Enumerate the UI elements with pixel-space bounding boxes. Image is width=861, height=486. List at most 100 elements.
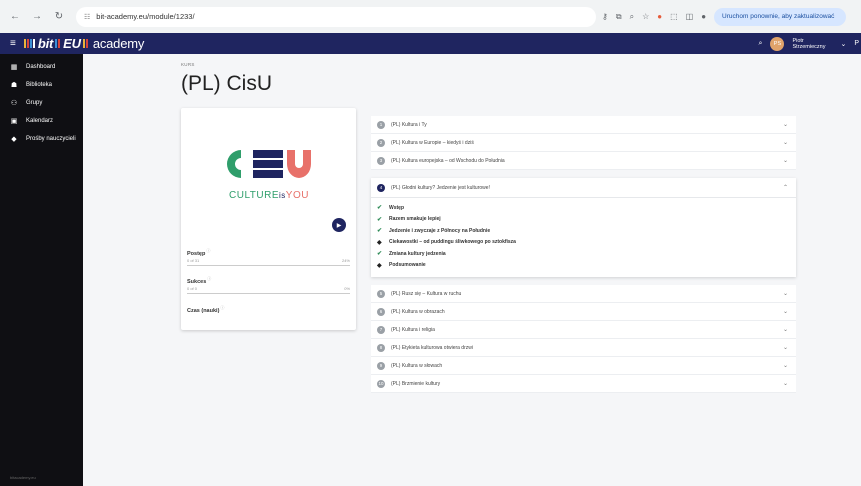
lesson-item[interactable]: ◆ Ciekawostki – od puddingu śliwkowego p… [377, 237, 796, 249]
progress-stat: Postępⓘ 0 of 31 24% [187, 248, 350, 267]
module-accordion: 1 (PL) Kultura i Ty ⌄ 2 (PL) Kultura w E… [371, 116, 796, 393]
user-name[interactable]: Piotr Strzemieczny [792, 38, 832, 50]
progress-bar [187, 264, 350, 267]
play-button[interactable]: ▶ [332, 218, 346, 232]
chevron-down-icon[interactable]: ⌄ [840, 40, 846, 48]
address-bar[interactable]: ☷ bit-academy.eu/module/1233/ [76, 6, 596, 27]
module-row-open[interactable]: 4 (PL) Głodni kultury? Jedzenie jest kul… [371, 178, 796, 198]
password-key-icon[interactable]: ⚷ [602, 12, 608, 21]
module-row[interactable]: 1 (PL) Kultura i Ty ⌄ [371, 116, 796, 134]
bit-eu-academy-logo[interactable]: bit EU academy [23, 36, 145, 51]
chevron-up-icon[interactable]: ⌃ [783, 184, 788, 191]
logo-eu: EU [63, 36, 81, 51]
lesson-item[interactable]: ✔ Zmiana kultury jedzenia [377, 248, 796, 260]
chevron-down-icon[interactable]: ⌄ [783, 344, 788, 351]
info-icon[interactable]: ⓘ [220, 305, 224, 310]
module-number: 3 [377, 156, 385, 165]
app-header: ≡ bit EU academy ⌕ PS Piotr Strzemieczny… [0, 33, 861, 54]
lesson-list: ✔ Wstęp ✔ Razem smakuje lepiej ✔ Jedzeni… [371, 198, 796, 277]
zoom-icon[interactable]: ⌕ [630, 12, 634, 22]
avatar[interactable]: PS [770, 36, 785, 51]
logo-e-bar-bottom [253, 170, 283, 178]
profile-icon[interactable]: ● [701, 12, 706, 21]
module-list-bottom: 5 (PL) Rusz się – Kultura w ruchu ⌄ 6 (P… [371, 285, 796, 393]
lesson-done-icon: ✔ [377, 205, 383, 212]
time-stat: Czas (nauki)ⓘ [187, 305, 350, 314]
module-expanded: 4 (PL) Głodni kultury? Jedzenie jest kul… [371, 178, 796, 277]
module-title: (PL) Głodni kultury? Jedzenie jest kultu… [391, 184, 490, 191]
lesson-item[interactable]: ◆ Podsumowanie [377, 260, 796, 272]
chevron-down-icon[interactable]: ⌄ [783, 157, 788, 164]
lesson-item[interactable]: ✔ Jedzenie i zwyczaje z Północy na Połud… [377, 225, 796, 237]
module-row[interactable]: 7 (PL) Kultura i religia ⌄ [371, 321, 796, 339]
lesson-cap-icon: ◆ [377, 262, 382, 269]
chevron-down-icon[interactable]: ⌄ [783, 290, 788, 297]
lesson-title: Jedzenie i zwyczaje z Północy na Południ… [389, 227, 491, 234]
success-sub: 0 of 0 [187, 285, 198, 291]
update-reload-button[interactable]: Uruchom ponownie, aby zaktualizować [714, 7, 847, 26]
main-content: KURS (PL) CisU CULTUREisYOU ▶ Postępⓘ 0 … [83, 54, 861, 486]
chevron-down-icon[interactable]: ⌄ [783, 121, 788, 128]
search-icon[interactable]: ⌕ [759, 40, 763, 48]
sidebar-item-teacher-requests[interactable]: ◆ Prośby nauczycieli [0, 130, 83, 148]
progress-label: Postęp [187, 250, 206, 257]
module-title: (PL) Kultura w słowach [391, 362, 443, 369]
back-icon[interactable]: ← [8, 10, 22, 24]
module-row[interactable]: 6 (PL) Kultura w obrazach ⌄ [371, 303, 796, 321]
lesson-done-icon: ✔ [377, 251, 383, 258]
lesson-title: Wstęp [389, 204, 404, 211]
module-number: 6 [377, 307, 385, 316]
module-row[interactable]: 10 (PL) Brzmienie kultury ⌄ [371, 375, 796, 393]
install-app-icon[interactable]: ⧉ [616, 12, 622, 22]
chevron-down-icon[interactable]: ⌄ [783, 308, 788, 315]
sidebar-item-groups[interactable]: ⚇ Grupy [0, 94, 83, 112]
logo-text-culture: CULTURE [229, 190, 280, 201]
time-label: Czas (nauki) [187, 307, 220, 314]
module-row[interactable]: 8 (PL) Etykieta kulturowa otwiera drzwi … [371, 339, 796, 357]
groups-icon: ⚇ [10, 100, 18, 107]
module-row[interactable]: 2 (PL) Kultura w Europie – kiedyś i dziś… [371, 134, 796, 152]
lesson-title: Ciekawostki – od puddingu śliwkowego po … [389, 239, 516, 246]
page-title: (PL) CisU [181, 72, 273, 95]
chevron-down-icon[interactable]: ⌄ [783, 362, 788, 369]
logo-stripes-icon [23, 39, 35, 48]
logo-e-bar-mid [253, 160, 283, 168]
extension-icon[interactable]: ● [657, 12, 662, 21]
module-title: (PL) Kultura w Europie – kiedyś i dziś [391, 139, 474, 146]
module-number: 7 [377, 325, 385, 334]
success-percent: 0% [344, 286, 350, 291]
logo-e-bar-top [253, 150, 283, 158]
progress-percent: 24% [341, 258, 350, 263]
chevron-down-icon[interactable]: ⌄ [783, 326, 788, 333]
logo-c-shape [227, 150, 241, 178]
reload-icon[interactable]: ↻ [52, 10, 66, 24]
lesson-title: Podsumowanie [389, 262, 426, 269]
extensions-puzzle-icon[interactable]: ⬚ [670, 12, 678, 21]
lesson-item[interactable]: ✔ Razem smakuje lepiej [377, 214, 796, 226]
module-row[interactable]: 3 (PL) Kultura europejska – od Wschodu d… [371, 152, 796, 170]
chevron-down-icon[interactable]: ⌄ [783, 380, 788, 387]
success-bar [187, 292, 350, 295]
logo-academy: academy [92, 36, 145, 51]
lesson-done-icon: ✔ [377, 228, 383, 235]
sidebar-item-library[interactable]: ☗ Biblioteka [0, 76, 83, 94]
lesson-item[interactable]: ✔ Wstęp [377, 202, 796, 214]
menu-icon[interactable]: ≡ [10, 38, 16, 49]
side-panel-icon[interactable]: ◫ [686, 12, 694, 21]
sidebar-item-calendar[interactable]: ▣ Kalendarz [0, 112, 83, 130]
info-icon[interactable]: ⓘ [207, 276, 211, 281]
module-row[interactable]: 9 (PL) Kultura w słowach ⌄ [371, 357, 796, 375]
sidebar-item-label: Biblioteka [26, 82, 53, 88]
info-icon[interactable]: ⓘ [206, 248, 210, 253]
chevron-down-icon[interactable]: ⌄ [783, 139, 788, 146]
module-row[interactable]: 5 (PL) Rusz się – Kultura w ruchu ⌄ [371, 285, 796, 303]
site-info-icon[interactable]: ☷ [84, 13, 90, 21]
sidebar-item-label: Grupy [26, 100, 43, 106]
logo-text-you: YOU [285, 190, 309, 201]
language-menu[interactable]: P [854, 40, 859, 47]
lesson-cap-icon: ◆ [377, 239, 382, 246]
bookmark-star-icon[interactable]: ☆ [642, 12, 649, 21]
sidebar-item-dashboard[interactable]: ▦ Dashboard [0, 58, 83, 76]
forward-icon[interactable]: → [30, 10, 44, 24]
play-icon: ▶ [336, 222, 342, 229]
